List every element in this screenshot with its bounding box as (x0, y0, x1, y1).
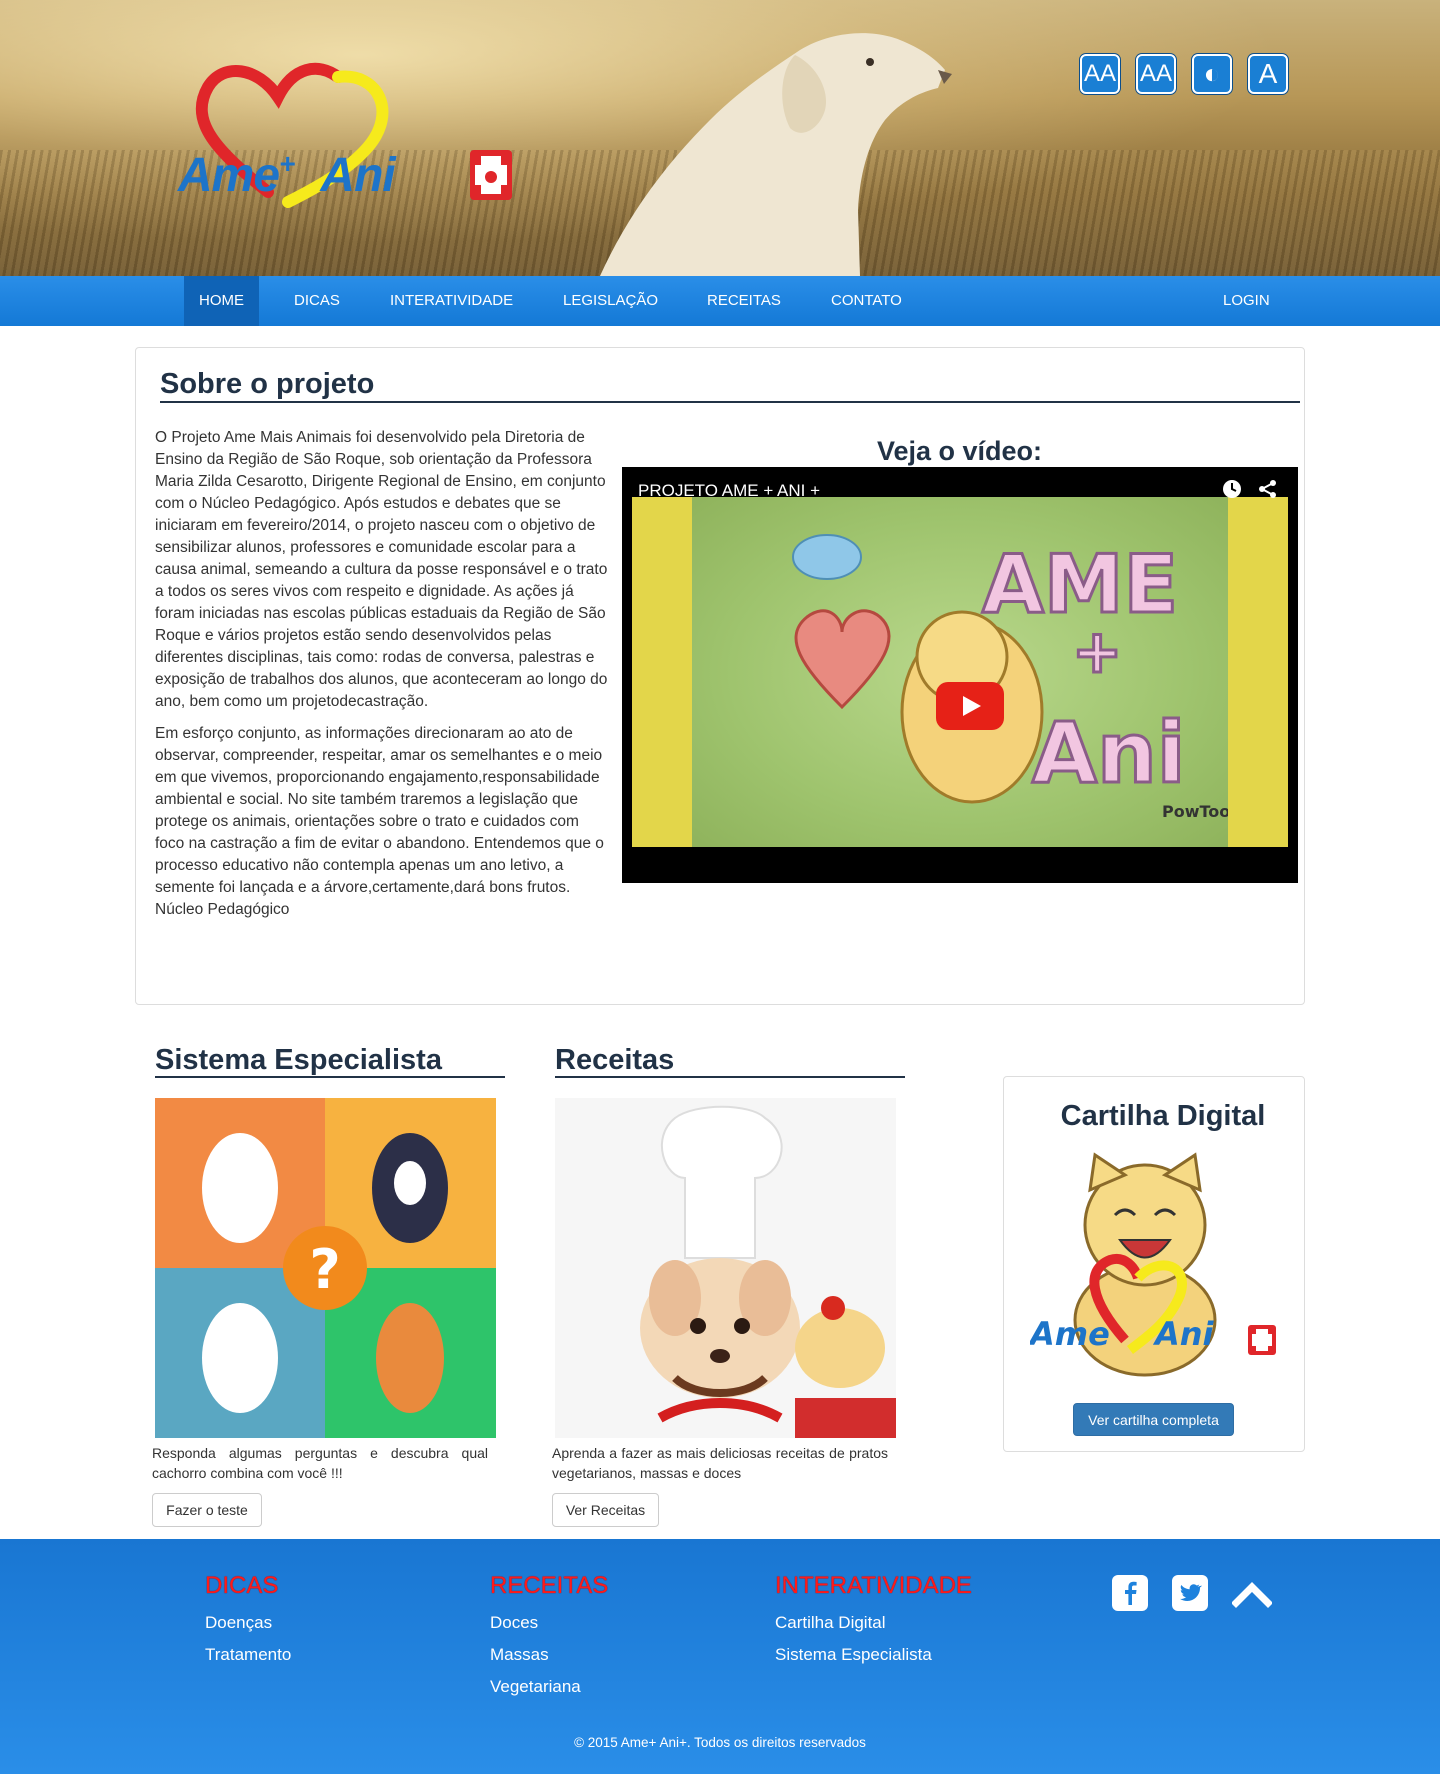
footer-interatividade-title: INTERATIVIDADE (775, 1572, 972, 1599)
fazer-teste-button[interactable]: Fazer o teste (152, 1493, 262, 1527)
chef-dog-illustration (555, 1098, 896, 1438)
nav-contato[interactable]: CONTATO (816, 276, 917, 326)
footer-link-massas[interactable]: Massas (490, 1645, 549, 1665)
play-button[interactable] (936, 682, 1004, 730)
footer-link-tratamento[interactable]: Tratamento (205, 1645, 291, 1665)
cartilha-title: Cartilha Digital (1060, 1100, 1266, 1132)
twitter-icon[interactable] (1172, 1575, 1208, 1611)
receitas-title: Receitas (555, 1044, 675, 1076)
facebook-icon[interactable] (1112, 1575, 1148, 1611)
footer-link-sistema[interactable]: Sistema Especialista (775, 1645, 932, 1665)
footer-link-vegetariana[interactable]: Vegetariana (490, 1677, 581, 1697)
font-reset-icon[interactable]: A (1248, 54, 1288, 94)
ver-receitas-button[interactable]: Ver Receitas (552, 1493, 659, 1527)
about-signature: Núcleo Pedagógico (155, 901, 290, 918)
nav-legislacao[interactable]: LEGISLAÇÃO (548, 276, 673, 326)
sistema-title: Sistema Especialista (155, 1044, 442, 1076)
font-increase-icon[interactable]: AA (1080, 54, 1120, 94)
receitas-divider (555, 1076, 905, 1078)
header-banner: Ame+ Ani AA AA ◐ A (0, 0, 1440, 276)
about-divider (160, 401, 1300, 403)
video-heading: Veja o vídeo: (876, 436, 1043, 466)
footer-link-doencas[interactable]: Doenças (205, 1613, 272, 1633)
footer-social (1112, 1575, 1272, 1611)
video-player[interactable]: AME + Ani PowToon PROJETO AME + ANI + (622, 467, 1298, 883)
nav-receitas[interactable]: RECEITAS (692, 276, 796, 326)
sistema-image: ? (155, 1098, 496, 1438)
nav-login[interactable]: LOGIN (1208, 276, 1285, 326)
footer-receitas-title: RECEITAS (490, 1572, 609, 1599)
footer-link-cartilha[interactable]: Cartilha Digital (775, 1613, 886, 1633)
footer-dicas-title: DICAS (205, 1572, 279, 1599)
video-title-text: PROJETO AME + ANI + (638, 481, 821, 500)
cartilha-logo-ame: Ame (1030, 1315, 1110, 1353)
share-icon[interactable] (1258, 479, 1278, 499)
video-controls (1222, 479, 1278, 499)
ver-cartilha-button[interactable]: Ver cartilha completa (1073, 1403, 1234, 1436)
about-paragraph-1: O Projeto Ame Mais Animais foi desenvolv… (155, 429, 608, 710)
logo-ame: Ame (178, 149, 280, 202)
banner-dog-image (600, 33, 952, 276)
logo-plus: + (279, 148, 295, 179)
font-decrease-icon[interactable]: AA (1136, 54, 1176, 94)
back-to-top-icon[interactable] (1232, 1575, 1272, 1611)
video-art-text-plus: + (1072, 617, 1122, 687)
about-text: O Projeto Ame Mais Animais foi desenvolv… (155, 427, 610, 921)
cartilha-image: Ame Ani (1030, 1152, 1276, 1377)
footer-link-doces[interactable]: Doces (490, 1613, 538, 1633)
sistema-description: Responda algumas perguntas e descubra qu… (152, 1445, 488, 1481)
cartilha-logo-ani: Ani (1152, 1315, 1215, 1353)
question-mark: ? (309, 1238, 340, 1301)
about-paragraph-2: Em esforço conjunto, as informações dire… (155, 725, 604, 896)
video-drawing: AME + Ani PowToon (792, 534, 1242, 821)
watch-later-icon[interactable] (1222, 479, 1242, 499)
receitas-description: Aprenda a fazer as mais deliciosas recei… (552, 1445, 888, 1481)
about-title: Sobre o projeto (160, 368, 375, 400)
video-art-text-ani: Ani (1032, 704, 1186, 802)
logo-ani: Ani (320, 149, 395, 202)
video-thumbnail: AME + Ani PowToon (632, 497, 1288, 847)
video-credit: PowToon (1162, 802, 1228, 821)
receitas-image (555, 1098, 896, 1438)
sistema-divider (155, 1076, 505, 1078)
main-navbar: HOME DICAS INTERATIVIDADE LEGISLAÇÃO REC… (0, 276, 1440, 326)
dogs-quiz-illustration: ? (155, 1098, 496, 1438)
nav-dicas[interactable]: DICAS (279, 276, 355, 326)
video-artwork: AME + Ani PowToon (692, 497, 1242, 847)
accessibility-toolbar: AA AA ◐ A (1080, 54, 1288, 94)
contrast-icon[interactable]: ◐ (1192, 54, 1232, 94)
footer-copyright: © 2015 Ame+ Ani+. Todos os direitos rese… (574, 1735, 866, 1750)
site-logo[interactable]: Ame+ Ani (178, 148, 396, 203)
nav-home[interactable]: HOME (184, 276, 259, 326)
nav-interatividade[interactable]: INTERATIVIDADE (375, 276, 528, 326)
